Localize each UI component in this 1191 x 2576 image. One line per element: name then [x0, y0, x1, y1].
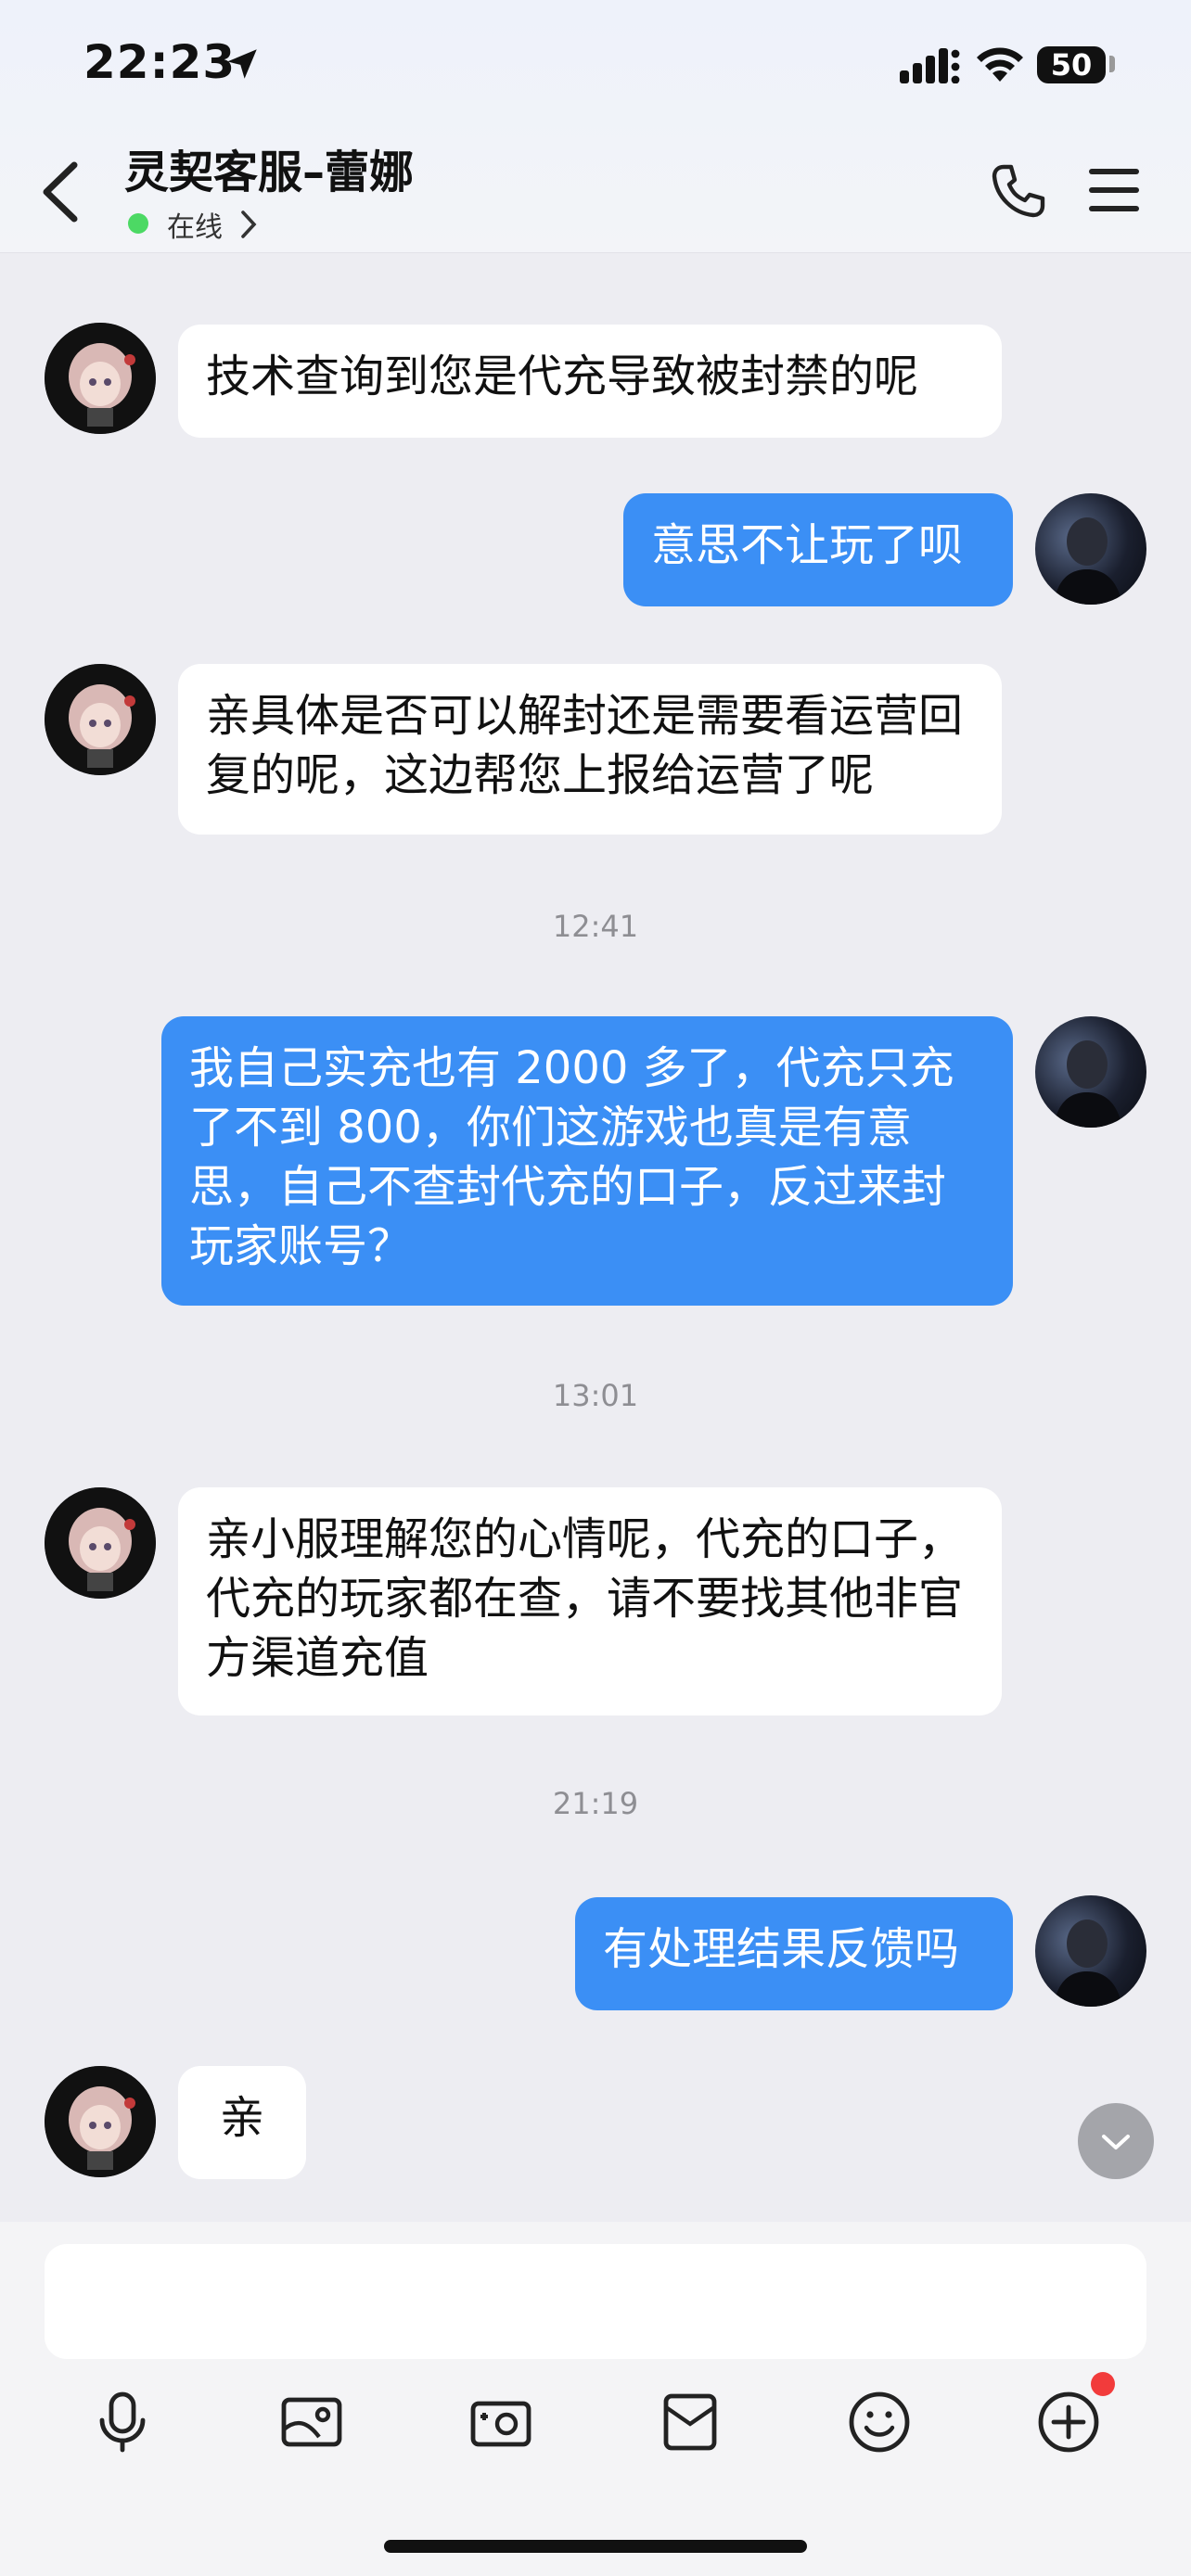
anime-character-avatar-icon [45, 664, 156, 775]
user-avatar[interactable] [1035, 1895, 1146, 2007]
agent-avatar[interactable] [45, 323, 156, 434]
message-bubble-agent: 亲具体是否可以解封还是需要看运营回复的呢，这边帮您上报给运营了呢 [178, 664, 1002, 835]
back-chevron-icon[interactable] [37, 159, 83, 224]
user-portrait-icon [1054, 1040, 1122, 1128]
agent-avatar[interactable] [45, 664, 156, 775]
user-portrait-icon [1054, 1919, 1122, 2007]
agent-avatar[interactable] [45, 1487, 156, 1599]
image-icon[interactable] [278, 2389, 345, 2455]
location-arrow-icon [227, 49, 257, 79]
message-bubble-user: 我自己实充也有 2000 多了，代充只充了不到 800，你们这游戏也真是有意思，… [161, 1016, 1013, 1306]
message-input[interactable] [45, 2244, 1146, 2359]
timestamp: 12:41 [552, 909, 639, 944]
user-portrait-icon [1054, 517, 1122, 605]
message-bubble-agent: 技术查询到您是代充导致被封禁的呢 [178, 325, 1002, 438]
message-bubble-agent: 亲 [178, 2066, 306, 2179]
wifi-icon [977, 47, 1023, 82]
mailbox-icon[interactable] [657, 2389, 724, 2455]
chat-title[interactable]: 灵契客服–蕾娜 [124, 135, 414, 200]
user-avatar[interactable] [1035, 1016, 1146, 1128]
notification-badge [1091, 2372, 1115, 2396]
cellular-signal-icon [900, 48, 960, 83]
scroll-to-bottom-button[interactable] [1078, 2103, 1154, 2179]
anime-character-avatar-icon [45, 323, 156, 434]
message-bubble-user: 有处理结果反馈吗 [575, 1897, 1013, 2010]
top-bar: 22:23 50 灵契客服–蕾娜 在线 [0, 0, 1191, 253]
chevron-down-icon [1102, 2135, 1130, 2149]
anime-character-avatar-icon [45, 1487, 156, 1599]
battery-cap [1109, 56, 1115, 72]
timestamp: 21:19 [552, 1786, 639, 1821]
online-status-label[interactable]: 在线 [167, 204, 223, 245]
message-bubble-agent: 亲小服理解您的心情呢，代充的口子，代充的玩家都在查，请不要找其他非官方渠道充值 [178, 1487, 1002, 1715]
user-avatar[interactable] [1035, 493, 1146, 605]
chevron-right-icon[interactable] [239, 209, 258, 240]
timestamp: 13:01 [552, 1378, 639, 1413]
message-bubble-user: 意思不让玩了呗 [623, 493, 1013, 606]
battery-indicator: 50 [1037, 46, 1106, 83]
home-indicator[interactable] [384, 2540, 807, 2553]
camera-icon[interactable] [467, 2389, 534, 2455]
emoji-icon[interactable] [846, 2389, 913, 2455]
menu-icon[interactable] [1089, 167, 1139, 213]
phone-call-icon[interactable] [989, 161, 1048, 221]
status-time: 22:23 [83, 35, 237, 89]
anime-character-avatar-icon [45, 2066, 156, 2177]
plus-icon[interactable] [1035, 2389, 1102, 2455]
online-status-dot [128, 213, 148, 234]
agent-avatar[interactable] [45, 2066, 156, 2177]
microphone-icon[interactable] [89, 2389, 156, 2455]
